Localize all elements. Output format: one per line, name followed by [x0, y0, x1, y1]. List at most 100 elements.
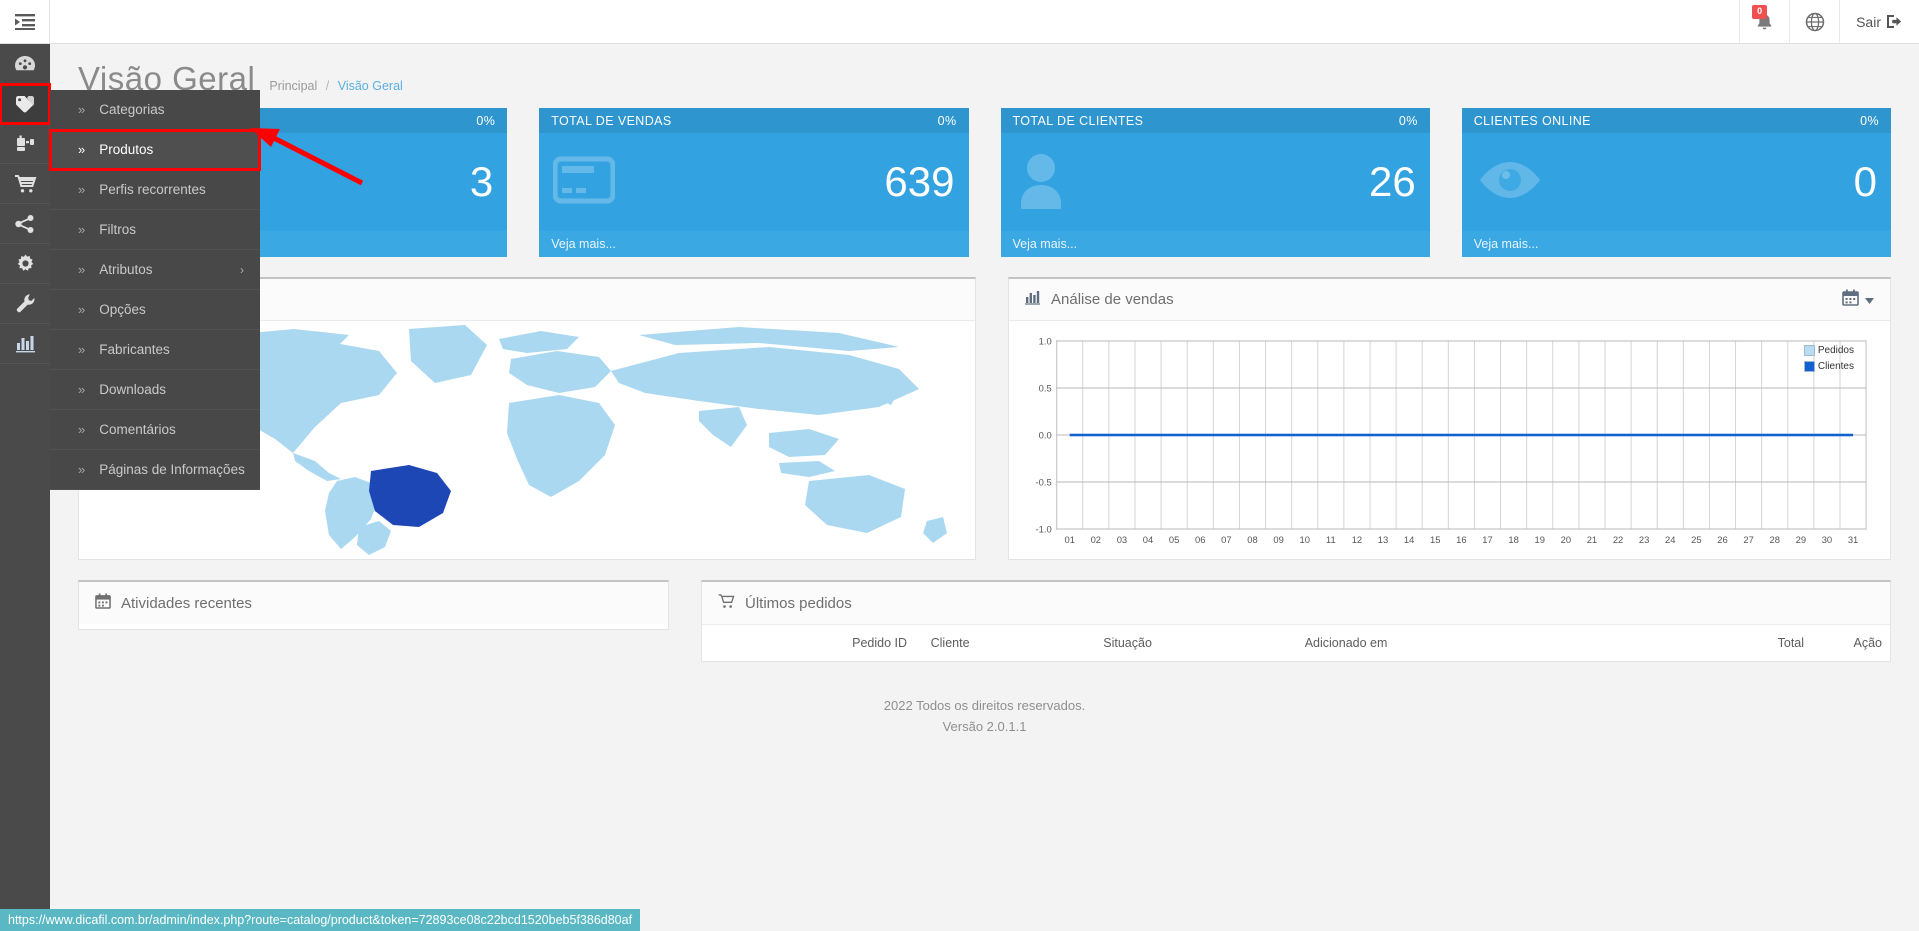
svg-text:15: 15: [1430, 535, 1440, 546]
stat-card-footer-link[interactable]: Veja mais...: [1000, 231, 1430, 257]
svg-text:16: 16: [1456, 535, 1466, 546]
svg-text:08: 08: [1247, 535, 1257, 546]
chevron-double-right-icon: »: [78, 102, 86, 117]
orders-col-cliente: Cliente: [922, 624, 1096, 661]
calendar-icon: [1842, 289, 1859, 311]
flyout-label: Filtros: [99, 222, 136, 237]
chevron-double-right-icon: »: [78, 142, 86, 157]
orders-table-header-row: Pedido ID Cliente Situação Adicionado em…: [702, 624, 1890, 661]
globe-icon: [1805, 12, 1824, 31]
orders-col-blank: [702, 624, 845, 661]
svg-text:02: 02: [1091, 535, 1101, 546]
stat-card-value: 0: [1853, 158, 1877, 205]
flyout-label: Páginas de Informações: [99, 462, 245, 477]
stat-card-footer-label: Veja mais...: [1012, 237, 1078, 251]
top-navbar: 0 Sair: [0, 0, 1919, 44]
chart-range-dropdown[interactable]: [1842, 289, 1874, 311]
svg-text:0.5: 0.5: [1039, 383, 1052, 394]
sidebar-icon-marketing[interactable]: [0, 204, 50, 244]
flyout-item-perfis-recorrentes[interactable]: » Perfis recorrentes: [50, 170, 260, 210]
stat-card-header: TOTAL DE VENDAS 0%: [539, 108, 969, 133]
shopping-cart-icon: [718, 593, 735, 613]
breadcrumb-separator: /: [325, 79, 330, 93]
flyout-item-fabricantes[interactable]: » Fabricantes: [50, 330, 260, 370]
sidebar-icon-catalog[interactable]: [0, 83, 51, 125]
breadcrumb: Principal / Visão Geral: [269, 79, 402, 93]
stat-card-value: 26: [1369, 158, 1416, 205]
flyout-label: Categorias: [99, 102, 165, 117]
stat-card-footer-link[interactable]: Veja mais...: [539, 231, 969, 257]
flyout-item-atributos[interactable]: » Atributos ›: [50, 250, 260, 290]
svg-text:06: 06: [1195, 535, 1205, 546]
footer-version: Versão 2.0.1.1: [942, 718, 1027, 734]
svg-text:0.0: 0.0: [1039, 430, 1052, 441]
legend-item-pedidos: Pedidos: [1803, 345, 1854, 356]
wrench-icon: [16, 294, 34, 313]
main-content: Visão Geral Principal / Visão Geral TOTA…: [50, 44, 1919, 931]
page-header: Visão Geral Principal / Visão Geral: [50, 44, 1919, 108]
chevron-double-right-icon: »: [78, 342, 86, 357]
svg-text:14: 14: [1404, 535, 1414, 546]
stat-card-body: 26: [1001, 133, 1430, 231]
bar-chart-icon: [15, 336, 35, 353]
legend-swatch-pedidos: [1803, 345, 1815, 356]
svg-text:04: 04: [1143, 535, 1153, 546]
flyout-item-produtos[interactable]: » Produtos: [49, 129, 261, 171]
chart-panel-title: Análise de vendas: [1051, 291, 1174, 308]
stat-card-percent: 0%: [937, 113, 957, 128]
user-icon: [1015, 151, 1067, 214]
chevron-double-right-icon: »: [78, 382, 86, 397]
language-button[interactable]: [1789, 0, 1839, 43]
sidebar-icon-dashboard[interactable]: [0, 44, 50, 84]
flyout-item-opcoes[interactable]: » Opções: [50, 290, 260, 330]
orders-table: Pedido ID Cliente Situação Adicionado em…: [702, 624, 1890, 661]
svg-text:01: 01: [1064, 535, 1074, 546]
stat-card-header: CLIENTES ONLINE 0%: [1461, 108, 1891, 133]
bar-chart-icon: [1025, 290, 1041, 309]
svg-text:30: 30: [1822, 535, 1832, 546]
sidebar-icon-sales[interactable]: [0, 164, 50, 204]
svg-text:24: 24: [1665, 535, 1675, 546]
svg-text:1.0: 1.0: [1039, 336, 1052, 347]
chevron-double-right-icon: »: [78, 422, 86, 437]
browser-status-bar: https://www.dicafil.com.br/admin/index.p…: [0, 909, 641, 931]
sidebar-icon-extensions[interactable]: [0, 124, 50, 164]
stat-card-footer-label: Veja mais...: [1473, 237, 1539, 251]
chevron-double-right-icon: »: [78, 222, 86, 237]
sign-out-icon: [1887, 15, 1902, 28]
chart-panel-header: Análise de vendas: [1009, 279, 1890, 321]
svg-text:29: 29: [1796, 535, 1806, 546]
credit-card-icon: [552, 155, 616, 210]
bottom-panels-row: Atividades recentes Últimos pedidos Pedi…: [50, 560, 1919, 662]
orders-col-situacao: Situação: [1095, 624, 1297, 661]
sidebar-icon-reports[interactable]: [0, 324, 50, 364]
stat-card-title: CLIENTES ONLINE: [1473, 113, 1591, 128]
notifications-button[interactable]: 0: [1739, 0, 1789, 43]
flyout-item-filtros[interactable]: » Filtros: [50, 210, 260, 250]
sidebar-icon-tools[interactable]: [0, 284, 50, 324]
logout-button[interactable]: Sair: [1839, 0, 1919, 43]
chart-canvas: 1.0 0.5 0.0 -0.5 -1.0 01 02 03 04 05 06 07 08 09 10 11 1…: [1036, 336, 1867, 546]
flyout-item-paginas-de-informacoes[interactable]: » Páginas de Informações: [50, 450, 260, 490]
menu-collapse-icon: [14, 13, 35, 30]
svg-text:07: 07: [1221, 535, 1231, 546]
flyout-label: Opções: [99, 302, 146, 317]
shopping-cart-icon: [14, 174, 36, 192]
svg-text:31: 31: [1848, 535, 1858, 546]
stat-card-value: 3: [469, 158, 494, 205]
sidebar-toggle-button[interactable]: [0, 0, 50, 43]
chart-legend: Pedidos Clientes: [1803, 345, 1854, 372]
flyout-item-categorias[interactable]: » Categorias: [50, 90, 260, 130]
svg-text:22: 22: [1613, 535, 1623, 546]
svg-text:03: 03: [1117, 535, 1127, 546]
orders-col-pedido-id: Pedido ID: [844, 624, 923, 661]
stat-card-body: 0: [1462, 133, 1891, 231]
stat-card-clientes-online: CLIENTES ONLINE 0% 0 Veja mais...: [1461, 108, 1891, 257]
sidebar-icon-system[interactable]: [0, 244, 50, 284]
flyout-item-downloads[interactable]: » Downloads: [50, 370, 260, 410]
breadcrumb-current[interactable]: Visão Geral: [338, 79, 403, 93]
breadcrumb-root[interactable]: Principal: [269, 79, 317, 93]
gear-icon: [17, 254, 33, 271]
flyout-item-comentarios[interactable]: » Comentários: [50, 410, 260, 450]
stat-card-footer-link[interactable]: Veja mais...: [1461, 231, 1891, 257]
